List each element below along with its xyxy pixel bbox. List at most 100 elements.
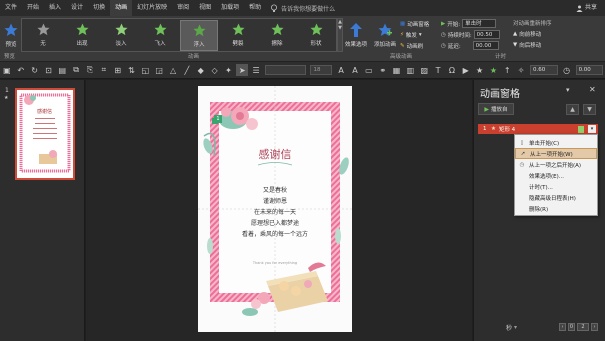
list-icon[interactable]: ☰ [250, 64, 262, 76]
shape-icon[interactable]: △ [167, 64, 179, 76]
outline-icon[interactable]: ◇ [209, 64, 221, 76]
line-icon[interactable]: ╱ [181, 64, 193, 76]
arrow-tool-icon[interactable]: ↑ [501, 64, 513, 76]
animation-tag[interactable]: 1 [214, 115, 222, 123]
star-icon [4, 23, 18, 36]
bold-icon[interactable]: A [335, 64, 347, 76]
duration-input[interactable]: 00.50 [473, 30, 500, 39]
symbol-icon[interactable]: Ω [446, 64, 458, 76]
effect-float-in[interactable]: 浮入 [180, 20, 218, 51]
chart-icon[interactable]: ▥ [404, 64, 416, 76]
star-green-icon [153, 23, 167, 36]
zoom-in-button[interactable]: › [591, 323, 598, 331]
menu-start-on-click[interactable]: ▯ 单击开始(C) [515, 137, 597, 148]
menu-insert[interactable]: 插入 [44, 0, 66, 16]
align-icon[interactable]: ⊞ [112, 64, 124, 76]
toolbar-value-2[interactable]: 0.00 [575, 65, 604, 75]
item-dropdown-icon[interactable]: ▾ [588, 125, 596, 133]
animation-list-item[interactable]: 1 ★ 矩形 4 ▾ [478, 124, 598, 134]
anim-icon[interactable]: ✧ [515, 64, 527, 76]
menu-timing[interactable]: 计时(T)... [515, 181, 597, 192]
move-up-button[interactable]: ▲ [566, 104, 579, 115]
group-icon[interactable]: ⧉ [70, 64, 82, 76]
slide-line-4: 愿理想已入都梦途 [250, 220, 299, 227]
move-down-button[interactable]: ▼ [583, 104, 596, 115]
menu-home[interactable]: 开始 [22, 0, 44, 16]
menu-after-previous[interactable]: ◷ 从上一项之后开始(A) [515, 159, 597, 170]
delay-control: ◷ 延迟: 00.00 [441, 41, 499, 50]
start-select[interactable]: 单击时 [462, 19, 497, 28]
menu-addins[interactable]: 加载项 [216, 0, 244, 16]
font-name-input[interactable] [265, 65, 307, 75]
effect-none[interactable]: 无 [24, 20, 62, 51]
zoom-out-button[interactable]: ‹ [559, 323, 566, 331]
menu-effect-options[interactable]: 效果选项(E)... [515, 170, 597, 181]
arrange-icon[interactable]: ⇅ [126, 64, 138, 76]
slide[interactable]: 1 感谢信 又是春秋 谨谢师恩 在未来的每一天 愿理想已入都梦途 看着，乘风的每… [198, 86, 352, 332]
trigger-button[interactable]: ⚡ 触发 ▾ [400, 31, 422, 39]
move-earlier-button[interactable]: ▲ 向前移动 [513, 30, 541, 38]
highlight-icon[interactable]: ▭ [363, 64, 375, 76]
star-outline-icon [36, 23, 50, 36]
bring-forward-icon[interactable]: ◱ [139, 64, 151, 76]
font-size-input[interactable]: 18 [310, 65, 333, 75]
effect-icon[interactable]: ✦ [223, 64, 235, 76]
share-button[interactable]: 共享 [576, 0, 597, 16]
effect-fly-in[interactable]: 飞入 [141, 20, 179, 51]
play-from-button[interactable]: ▶ 播放自 [478, 103, 514, 115]
menu-hide-timeline[interactable]: 隐藏高级日程表(H) [515, 192, 597, 203]
menu-animations[interactable]: 动画 [110, 0, 133, 16]
star-tool-icon[interactable]: ★ [474, 64, 486, 76]
link-icon[interactable]: ⚭ [377, 64, 389, 76]
menu-with-previous[interactable]: ➚ 从上一项开始(W) [515, 148, 597, 159]
star-green-icon [114, 23, 128, 36]
undo-icon[interactable]: ↶ [15, 64, 27, 76]
table-icon[interactable]: ▦ [391, 64, 403, 76]
delay-input[interactable]: 00.00 [472, 41, 499, 50]
format-icon[interactable]: ⊡ [43, 64, 55, 76]
menu-transitions[interactable]: 切换 [88, 0, 110, 16]
crop-icon[interactable]: ⌗ [98, 64, 110, 76]
move-later-button[interactable]: ▼ 向后移动 [513, 41, 541, 49]
effect-appear[interactable]: 出现 [63, 20, 101, 51]
gallery-scroll[interactable]: ▲ ▼ [337, 18, 343, 52]
zoom-start-button[interactable]: 0 [568, 323, 575, 331]
menu-slideshow[interactable]: 幻灯片放映 [132, 0, 172, 16]
effect-fade[interactable]: 淡入 [102, 20, 140, 51]
layout-icon[interactable]: ▤ [56, 64, 68, 76]
menu-delete[interactable]: 删除(R) [515, 203, 597, 214]
animation-pane-label: 动画窗格 [407, 22, 430, 28]
copy-icon[interactable]: ⎘ [84, 64, 96, 76]
animation-painter-button[interactable]: ✎ 动画刷 [400, 42, 423, 50]
slide-thumbnail[interactable]: 感谢信 [15, 88, 75, 180]
redo-icon[interactable]: ↻ [29, 64, 41, 76]
send-back-icon[interactable]: ◲ [153, 64, 165, 76]
effect-wipe[interactable]: 擦除 [258, 20, 296, 51]
font-color-icon[interactable]: A [349, 64, 361, 76]
start-label: 开始: [447, 21, 461, 28]
menu-design[interactable]: 设计 [66, 0, 88, 16]
star-green-tool-icon[interactable]: ★ [488, 64, 500, 76]
animation-pane-button[interactable]: ▦ 动画窗格 [400, 20, 429, 28]
duration-control: ◷ 持续时间: 00.50 [441, 30, 500, 39]
zoom-value[interactable]: 2 [577, 323, 589, 331]
tell-me-search[interactable]: 告诉我你想要做什么 [270, 4, 335, 13]
tell-me-label: 告诉我你想要做什么 [281, 5, 336, 13]
close-icon[interactable]: ✕ [589, 85, 596, 94]
pointer-icon[interactable]: ➤ [236, 64, 249, 76]
media-icon[interactable]: ▶ [460, 64, 472, 76]
picture-icon[interactable]: ▨ [418, 64, 430, 76]
menu-file[interactable]: 文件 [0, 0, 22, 16]
effect-options-button[interactable]: 效果选项 [344, 19, 368, 59]
effect-shape[interactable]: 形状 [297, 20, 335, 51]
pane-menu-icon[interactable]: ▾ [566, 86, 570, 94]
effect-split[interactable]: 劈裂 [219, 20, 257, 51]
menu-help[interactable]: 帮助 [244, 0, 266, 16]
menu-review[interactable]: 审阅 [172, 0, 194, 16]
save-icon[interactable]: ▣ [1, 64, 13, 76]
fill-icon[interactable]: ◆ [195, 64, 207, 76]
seconds-dropdown-icon[interactable]: ▾ [514, 324, 517, 331]
toolbar-value-1[interactable]: 0.60 [530, 65, 558, 75]
textbox-icon[interactable]: T [432, 64, 444, 76]
menu-view[interactable]: 视图 [194, 0, 216, 16]
